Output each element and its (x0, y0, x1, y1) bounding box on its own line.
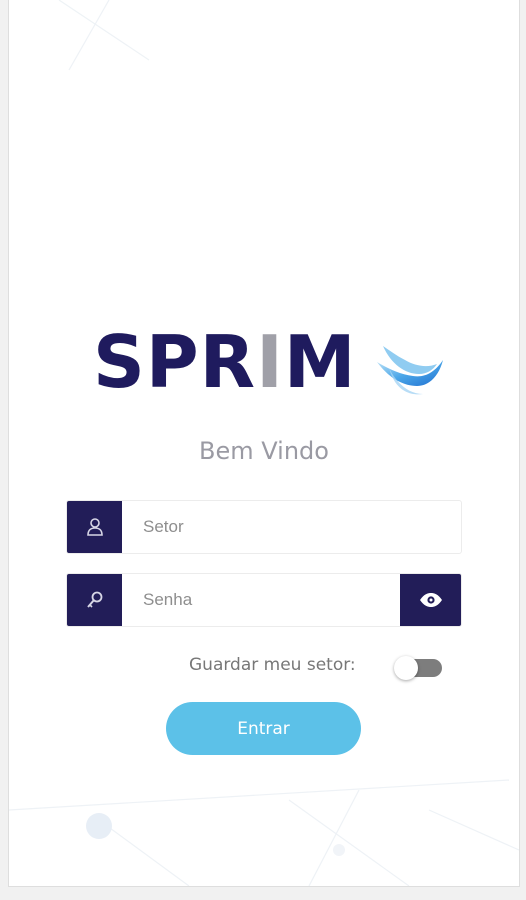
user-icon (86, 518, 103, 536)
show-password-button[interactable] (400, 574, 461, 626)
welcome-heading: Bem Vindo (199, 437, 329, 465)
entrar-button[interactable]: Entrar (166, 702, 361, 755)
remember-setor-label: Guardar meu setor: (189, 655, 356, 675)
setor-input[interactable] (133, 501, 333, 553)
setor-field (66, 500, 462, 554)
logo-text-spr: SPR (93, 320, 257, 404)
logo-text-m: M (283, 320, 357, 404)
setor-icon-box (67, 501, 122, 553)
login-screen: SPRIM Bem Vindo Setor Guardar meu setor:… (8, 0, 520, 887)
sprim-logo: SPRIM (93, 322, 445, 406)
eye-icon (419, 593, 442, 607)
logo-text-i: I (256, 320, 284, 404)
toggle-knob (394, 656, 418, 680)
senha-field (66, 573, 462, 627)
senha-icon-box (67, 574, 122, 626)
senha-input[interactable] (133, 574, 333, 626)
key-icon (86, 591, 102, 608)
logo-wordmark: SPRIM (93, 322, 357, 402)
bird-wing-icon (377, 346, 443, 395)
remember-setor-toggle[interactable] (394, 656, 442, 680)
